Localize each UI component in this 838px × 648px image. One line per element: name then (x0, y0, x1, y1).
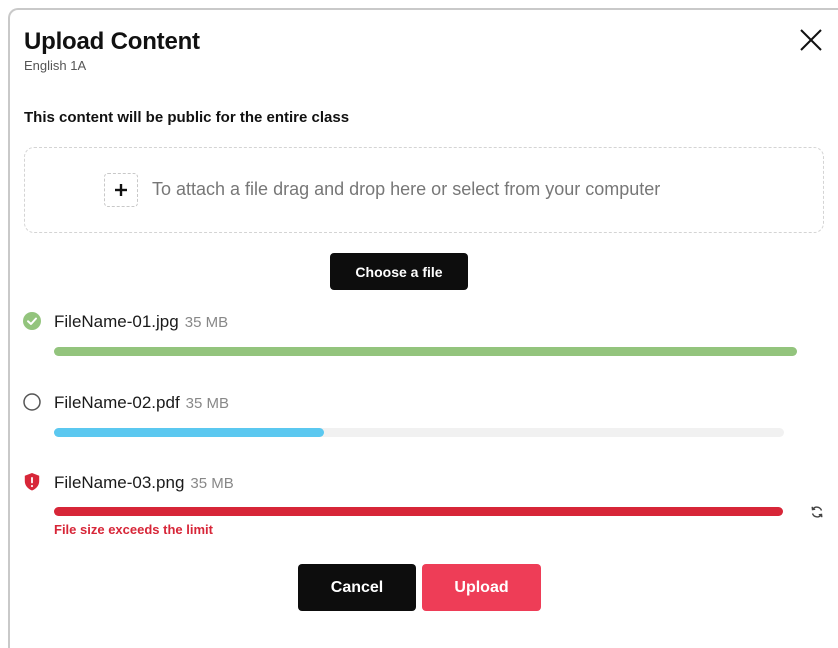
file-name: FileName-02.pdf (54, 393, 180, 412)
choose-file-button[interactable]: Choose a file (330, 253, 468, 290)
progress-track (54, 347, 797, 356)
attach-button[interactable] (104, 173, 138, 207)
dropzone-text: To attach a file drag and drop here or s… (152, 179, 661, 199)
progress-fill (54, 507, 783, 516)
progress-track (54, 428, 784, 437)
file-size: 35 MB (184, 314, 229, 331)
file-item-1: FileName-01.jpg 35 MB (54, 312, 228, 332)
shield-alert-icon (24, 473, 40, 491)
file-dropzone[interactable]: To attach a file drag and drop here or s… (24, 147, 824, 233)
file-item-3: FileName-03.png 35 MB (54, 473, 234, 493)
progress-fill (54, 347, 797, 356)
check-circle-icon (23, 312, 41, 330)
dialog-subtitle: English 1A (24, 58, 87, 73)
circle-outline-icon (23, 393, 41, 411)
retry-button[interactable] (810, 505, 824, 519)
close-button[interactable] (797, 26, 825, 54)
file-size: 35 MB (185, 395, 230, 412)
close-icon (800, 29, 822, 51)
file-item-2: FileName-02.pdf 35 MB (54, 393, 229, 413)
visibility-notice: This content will be public for the enti… (24, 109, 350, 126)
file-name: FileName-01.jpg (54, 312, 179, 331)
file-size: 35 MB (190, 475, 234, 492)
upload-button[interactable]: Upload (422, 564, 541, 611)
progress-fill (54, 428, 325, 437)
cancel-button[interactable]: Cancel (298, 564, 416, 611)
progress-track (54, 507, 783, 516)
plus-icon (115, 184, 127, 196)
refresh-icon (811, 506, 823, 518)
error-message: File size exceeds the limit (54, 522, 213, 537)
file-name: FileName-03.png (54, 473, 185, 492)
dialog-title: Upload Content (24, 28, 200, 55)
